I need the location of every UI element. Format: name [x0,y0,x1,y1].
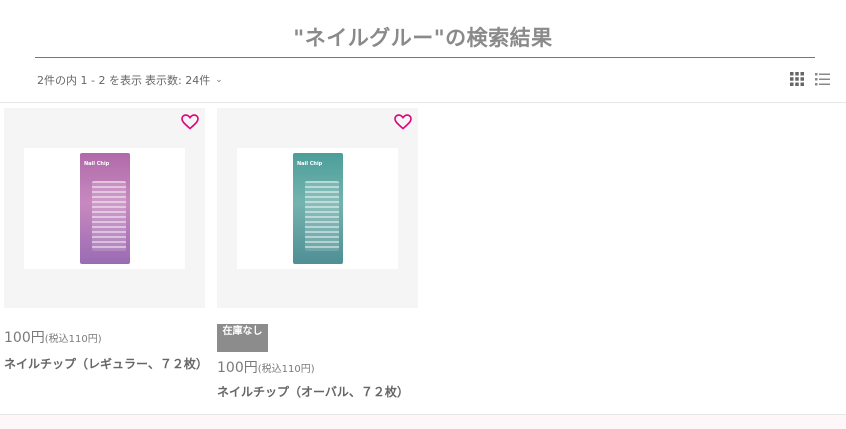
per-page-label: 表示数: 24件 [145,74,211,87]
price-value: 100円 [217,360,258,376]
out-of-stock-badge: 在庫なし [217,324,268,352]
product-name[interactable]: ネイルチップ（レギュラー、７２枚） [4,355,208,372]
nail-chip-package: Nail Chip [293,153,343,264]
title-divider [35,57,815,58]
product-price: 100円(税込110円) [4,327,102,347]
per-page-select[interactable]: 表示数: 24件 ⌄ [145,72,223,88]
price-value: 100円 [4,330,45,346]
nail-tips-graphic [92,181,126,251]
toolbar-divider [0,102,846,103]
product-price: 100円(税込110円) [217,357,315,377]
nail-tips-graphic [305,181,339,251]
search-results-title: "ネイルグルー"の検索結果 [293,26,553,50]
heart-icon[interactable] [181,114,199,130]
product-photo: Nail Chip [24,148,185,269]
heart-icon[interactable] [394,114,412,130]
price-tax: (税込110円) [257,364,315,375]
footer-band [0,415,846,429]
package-label: Nail Chip [297,161,323,167]
chevron-down-icon: ⌄ [215,75,223,85]
package-label: Nail Chip [84,161,110,167]
product-name[interactable]: ネイルチップ（オーバル、７２枚） [217,383,409,400]
nail-chip-package: Nail Chip [80,153,130,264]
product-image[interactable]: Nail Chip [4,108,205,308]
product-image[interactable]: Nail Chip [217,108,418,308]
list-view-icon[interactable] [815,72,830,86]
grid-view-icon[interactable] [790,72,804,86]
product-photo: Nail Chip [237,148,398,269]
result-count: 2件の内 1 - 2 を表示 [37,74,142,87]
price-tax: (税込110円) [44,334,102,345]
